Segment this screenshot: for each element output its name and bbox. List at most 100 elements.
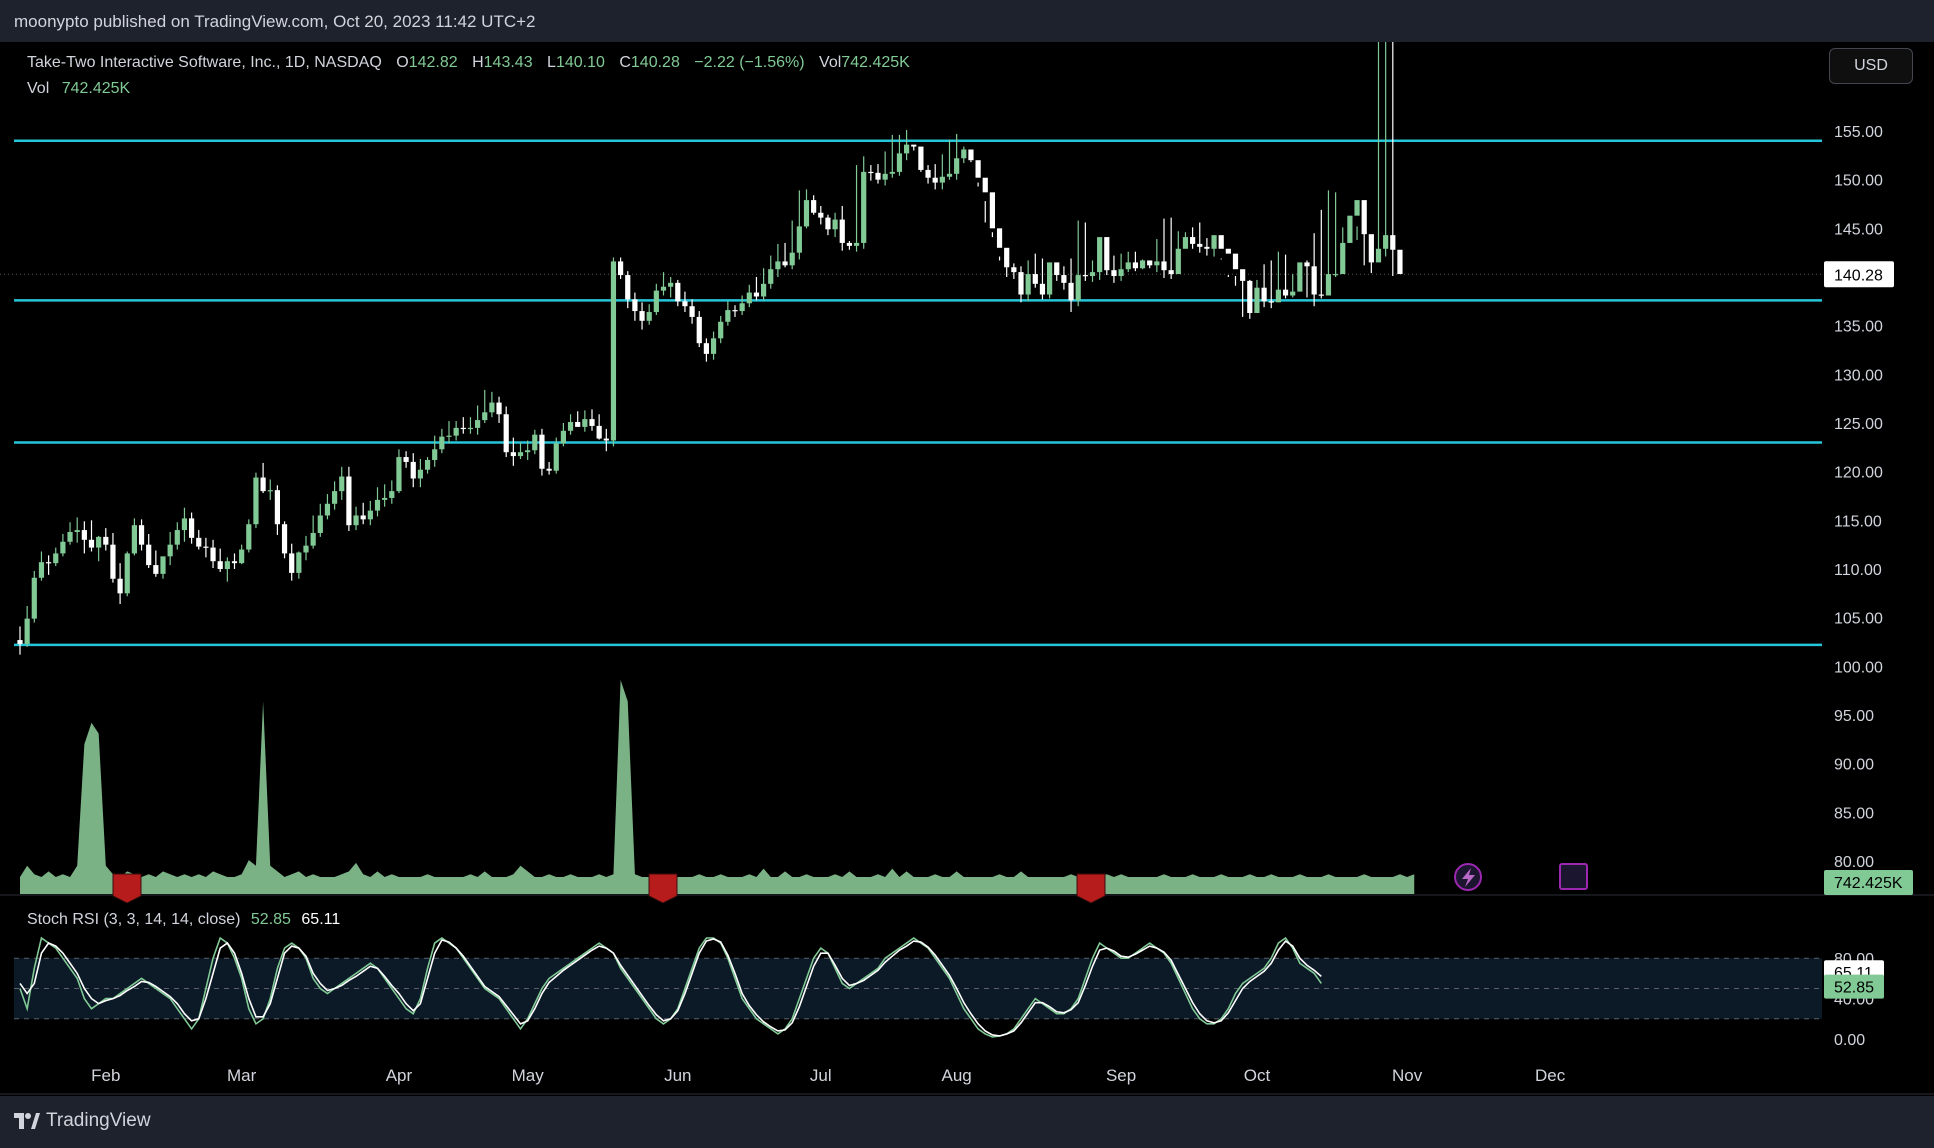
candle-body bbox=[618, 261, 624, 276]
candle-body bbox=[96, 536, 102, 548]
candle-body bbox=[382, 497, 388, 500]
candle-body bbox=[1061, 275, 1067, 283]
candle-body bbox=[181, 518, 188, 531]
upcoming-earnings-marker[interactable] bbox=[1559, 863, 1588, 890]
candle-body bbox=[753, 292, 760, 297]
candle-body bbox=[1368, 234, 1374, 263]
candle-body bbox=[467, 427, 474, 430]
price-axis-label: 105.00 bbox=[1834, 611, 1883, 628]
candle-body bbox=[875, 172, 881, 180]
time-axis-label: Feb bbox=[91, 1066, 120, 1085]
candle-body bbox=[1304, 262, 1310, 267]
candle-body bbox=[1397, 249, 1403, 275]
candle-body bbox=[60, 541, 66, 554]
candle-body bbox=[525, 450, 531, 453]
candle-body bbox=[975, 160, 981, 178]
candle-body bbox=[918, 146, 924, 170]
candle-body bbox=[1047, 262, 1053, 295]
price-axis-label: 125.00 bbox=[1834, 416, 1883, 433]
price-axis-label: 100.00 bbox=[1834, 659, 1883, 676]
candle-body bbox=[553, 443, 559, 471]
candle-body bbox=[1054, 262, 1060, 276]
candle-body bbox=[660, 286, 667, 291]
candle-body bbox=[1290, 291, 1296, 296]
candle-body bbox=[517, 452, 524, 457]
candle-body bbox=[317, 515, 323, 533]
candle-body bbox=[954, 158, 960, 174]
candle-body bbox=[982, 177, 988, 193]
candle-body bbox=[160, 556, 166, 574]
candle-body bbox=[81, 530, 87, 540]
candle-body bbox=[596, 425, 602, 439]
candle-body bbox=[1075, 275, 1081, 301]
candle-body bbox=[103, 536, 109, 545]
candle-body bbox=[1282, 289, 1289, 296]
candle-body bbox=[510, 452, 516, 457]
tradingview-brand[interactable]: TradingView bbox=[14, 1110, 151, 1132]
earnings-marker[interactable] bbox=[648, 873, 678, 904]
candle-body bbox=[367, 510, 373, 520]
candle-body bbox=[360, 515, 366, 520]
candle-body bbox=[1118, 269, 1124, 277]
candle-body bbox=[131, 525, 137, 554]
time-axis-label: Sep bbox=[1106, 1066, 1136, 1085]
candle-body bbox=[589, 419, 595, 426]
candle-body bbox=[832, 219, 838, 230]
candle-body bbox=[1018, 272, 1024, 295]
time-axis-label: Jul bbox=[810, 1066, 832, 1085]
candle-body bbox=[1039, 283, 1046, 295]
candle-body bbox=[732, 310, 738, 312]
candle-body bbox=[339, 476, 345, 492]
price-chart[interactable]: 155.00150.00145.00140.00135.00130.00125.… bbox=[0, 42, 1934, 1096]
candle-body bbox=[17, 640, 23, 644]
candle-body bbox=[761, 283, 767, 297]
stoch-k-label: 52.85 bbox=[1834, 980, 1874, 997]
earnings-marker[interactable] bbox=[1076, 873, 1106, 904]
time-axis-label: Mar bbox=[227, 1066, 257, 1085]
candle-body bbox=[682, 301, 688, 307]
candle-body bbox=[503, 414, 509, 453]
candle-body bbox=[267, 490, 273, 492]
candle-body bbox=[1175, 248, 1181, 275]
candle-body bbox=[610, 261, 617, 441]
candle-body bbox=[1025, 274, 1031, 295]
candle-body bbox=[1361, 200, 1367, 235]
candle-body bbox=[532, 434, 538, 451]
candle-body bbox=[253, 477, 259, 525]
candle-body bbox=[203, 546, 209, 548]
time-axis-label: Oct bbox=[1244, 1066, 1271, 1085]
candle-body bbox=[746, 292, 752, 304]
candle-body bbox=[825, 217, 831, 230]
candle-body bbox=[718, 321, 724, 339]
candle-body bbox=[896, 153, 903, 172]
candle-body bbox=[1104, 237, 1110, 271]
candle-body bbox=[124, 553, 130, 594]
candle-body bbox=[911, 144, 917, 147]
price-axis-label: 95.00 bbox=[1834, 708, 1874, 725]
candle-body bbox=[846, 242, 852, 246]
time-axis-label: Nov bbox=[1392, 1066, 1423, 1085]
candle-body bbox=[1240, 269, 1246, 281]
candle-body bbox=[310, 532, 316, 546]
candle-body bbox=[925, 169, 931, 178]
candle-body bbox=[1268, 301, 1274, 303]
candle-body bbox=[324, 503, 331, 516]
candle-body bbox=[1139, 260, 1146, 269]
price-axis-label: 135.00 bbox=[1834, 319, 1883, 336]
price-axis-label: 120.00 bbox=[1834, 465, 1883, 482]
candle-body bbox=[703, 343, 709, 354]
candle-body bbox=[1390, 235, 1396, 250]
price-axis-label: 115.00 bbox=[1834, 513, 1882, 530]
candle-body bbox=[1218, 235, 1224, 249]
candle-body bbox=[1190, 237, 1196, 244]
candle-body bbox=[675, 282, 681, 302]
earnings-marker[interactable] bbox=[112, 873, 142, 904]
candle-body bbox=[625, 275, 631, 300]
candle-body bbox=[424, 459, 431, 470]
time-axis-label: Apr bbox=[386, 1066, 413, 1085]
candle-body bbox=[346, 476, 352, 526]
price-axis-label: 85.00 bbox=[1834, 805, 1874, 822]
candle-body bbox=[689, 306, 695, 317]
candle-body bbox=[739, 303, 745, 312]
candle-body bbox=[646, 312, 652, 321]
